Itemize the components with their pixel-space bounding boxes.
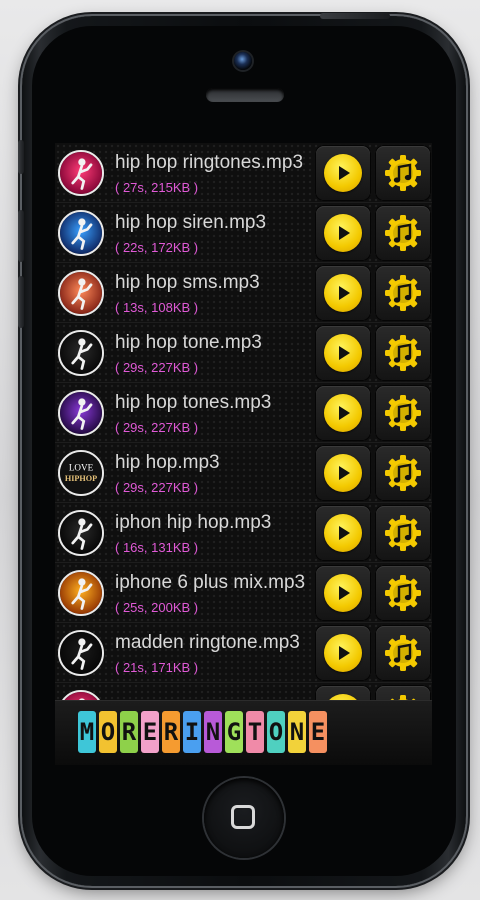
banner-letter: N — [204, 711, 222, 753]
ringtone-duration-size: ( 13s, 108KB ) — [115, 300, 199, 315]
ringtone-avatar: LOVE HIPHOP — [58, 450, 104, 496]
banner-letter: O — [267, 711, 285, 753]
ringtone-title: hip hop ringtones.mp3 — [115, 152, 304, 173]
ringtone-row[interactable]: hip hop sms.mp3 ( 13s, 108KB ) — [55, 263, 432, 323]
play-icon — [324, 634, 362, 672]
set-ringtone-button[interactable] — [376, 446, 430, 500]
play-icon — [324, 394, 362, 432]
volume-up-button — [18, 210, 24, 262]
ringtone-duration-size: ( 27s, 215KB ) — [115, 180, 199, 195]
front-camera — [234, 52, 252, 70]
ringtone-avatar — [58, 150, 104, 196]
ringtone-avatar — [58, 210, 104, 256]
play-button[interactable] — [316, 326, 370, 380]
earpiece-speaker — [206, 88, 284, 102]
ringtone-title: hip hop tones.mp3 — [115, 392, 272, 413]
ringtone-row[interactable]: iphon hip hop.mp3 ( 16s, 131KB ) — [55, 503, 432, 563]
banner-letter: M — [78, 711, 96, 753]
play-button[interactable] — [316, 506, 370, 560]
ringtone-duration-size: ( 25s, 200KB ) — [115, 600, 199, 615]
play-icon — [324, 154, 362, 192]
avatar-hiphop-text: HIPHOP — [65, 474, 97, 483]
volume-down-button — [18, 276, 24, 328]
ringtone-duration-size: ( 16s, 131KB ) — [115, 540, 199, 555]
more-ringtone-banner[interactable]: MORERINGTONE — [55, 700, 432, 765]
banner-letter: R — [162, 711, 180, 753]
ringtone-title: hip hop sms.mp3 — [115, 272, 260, 293]
play-button[interactable] — [316, 146, 370, 200]
play-button[interactable] — [316, 206, 370, 260]
ringtone-duration-size: ( 22s, 172KB ) — [115, 240, 199, 255]
ringtone-avatar — [58, 570, 104, 616]
ringtone-duration-size: ( 29s, 227KB ) — [115, 360, 199, 375]
home-button[interactable] — [204, 778, 284, 858]
ringtone-row[interactable]: madden ringtone.mp3 ( 21s, 171KB ) — [55, 623, 432, 683]
ringtone-row[interactable]: iphone 6 plus mix.mp3 ( 25s, 200KB ) — [55, 563, 432, 623]
ringtone-duration-size: ( 29s, 227KB ) — [115, 420, 199, 435]
banner-letter: E — [141, 711, 159, 753]
banner-letter: T — [246, 711, 264, 753]
play-button[interactable] — [316, 386, 370, 440]
banner-letter: I — [183, 711, 201, 753]
play-icon — [324, 274, 362, 312]
set-ringtone-button[interactable] — [376, 146, 430, 200]
play-icon — [324, 334, 362, 372]
set-ringtone-button[interactable] — [376, 506, 430, 560]
ringtone-row[interactable]: hip hop siren.mp3 ( 22s, 172KB ) — [55, 203, 432, 263]
set-ringtone-button[interactable] — [376, 326, 430, 380]
play-icon — [324, 514, 362, 552]
set-ringtone-button[interactable] — [376, 206, 430, 260]
ringtone-list[interactable]: hip hop ringtones.mp3( 27s, 215KB ) hip h… — [55, 143, 432, 765]
banner-text: MORERINGTONE — [78, 711, 327, 753]
ringtone-avatar — [58, 510, 104, 556]
play-icon — [324, 574, 362, 612]
play-icon — [324, 214, 362, 252]
ringtone-avatar — [58, 270, 104, 316]
ringtone-title: hip hop siren.mp3 — [115, 212, 267, 233]
ringtone-title: hip hop.mp3 — [115, 452, 220, 473]
ringtone-row[interactable]: hip hop tones.mp3 ( 29s, 227KB ) — [55, 383, 432, 443]
set-ringtone-button[interactable] — [376, 626, 430, 680]
play-icon — [324, 454, 362, 492]
set-ringtone-button[interactable] — [376, 566, 430, 620]
ringtone-duration-size: ( 21s, 171KB ) — [115, 660, 199, 675]
ringtone-duration-size: ( 29s, 227KB ) — [115, 480, 199, 495]
home-square-icon — [231, 805, 255, 829]
ringtone-title: hip hop tone.mp3 — [115, 332, 262, 353]
avatar-love-text: LOVE — [69, 462, 94, 472]
power-button — [320, 13, 390, 19]
ringtone-avatar — [58, 390, 104, 436]
banner-letter: E — [309, 711, 327, 753]
set-ringtone-button[interactable] — [376, 266, 430, 320]
mute-switch — [18, 140, 24, 174]
banner-letter: G — [225, 711, 243, 753]
play-button[interactable] — [316, 446, 370, 500]
play-button[interactable] — [316, 626, 370, 680]
ringtone-avatar — [58, 330, 104, 376]
play-button[interactable] — [316, 566, 370, 620]
set-ringtone-button[interactable] — [376, 386, 430, 440]
ringtone-row[interactable]: LOVE HIPHOP hip hop.mp3 ( 29s, 227KB ) — [55, 443, 432, 503]
ringtone-title: iphone 6 plus mix.mp3 — [115, 572, 306, 593]
play-button[interactable] — [316, 266, 370, 320]
banner-letter: O — [99, 711, 117, 753]
banner-letter: R — [120, 711, 138, 753]
ringtone-row[interactable]: hip hop tone.mp3 ( 29s, 227KB ) — [55, 323, 432, 383]
ringtone-title: iphon hip hop.mp3 — [115, 512, 272, 533]
ringtone-title: madden ringtone.mp3 — [115, 632, 300, 653]
ringtone-row[interactable]: hip hop ringtones.mp3 ( 27s, 215KB ) — [55, 143, 432, 203]
ringtone-avatar — [58, 630, 104, 676]
banner-letter: N — [288, 711, 306, 753]
